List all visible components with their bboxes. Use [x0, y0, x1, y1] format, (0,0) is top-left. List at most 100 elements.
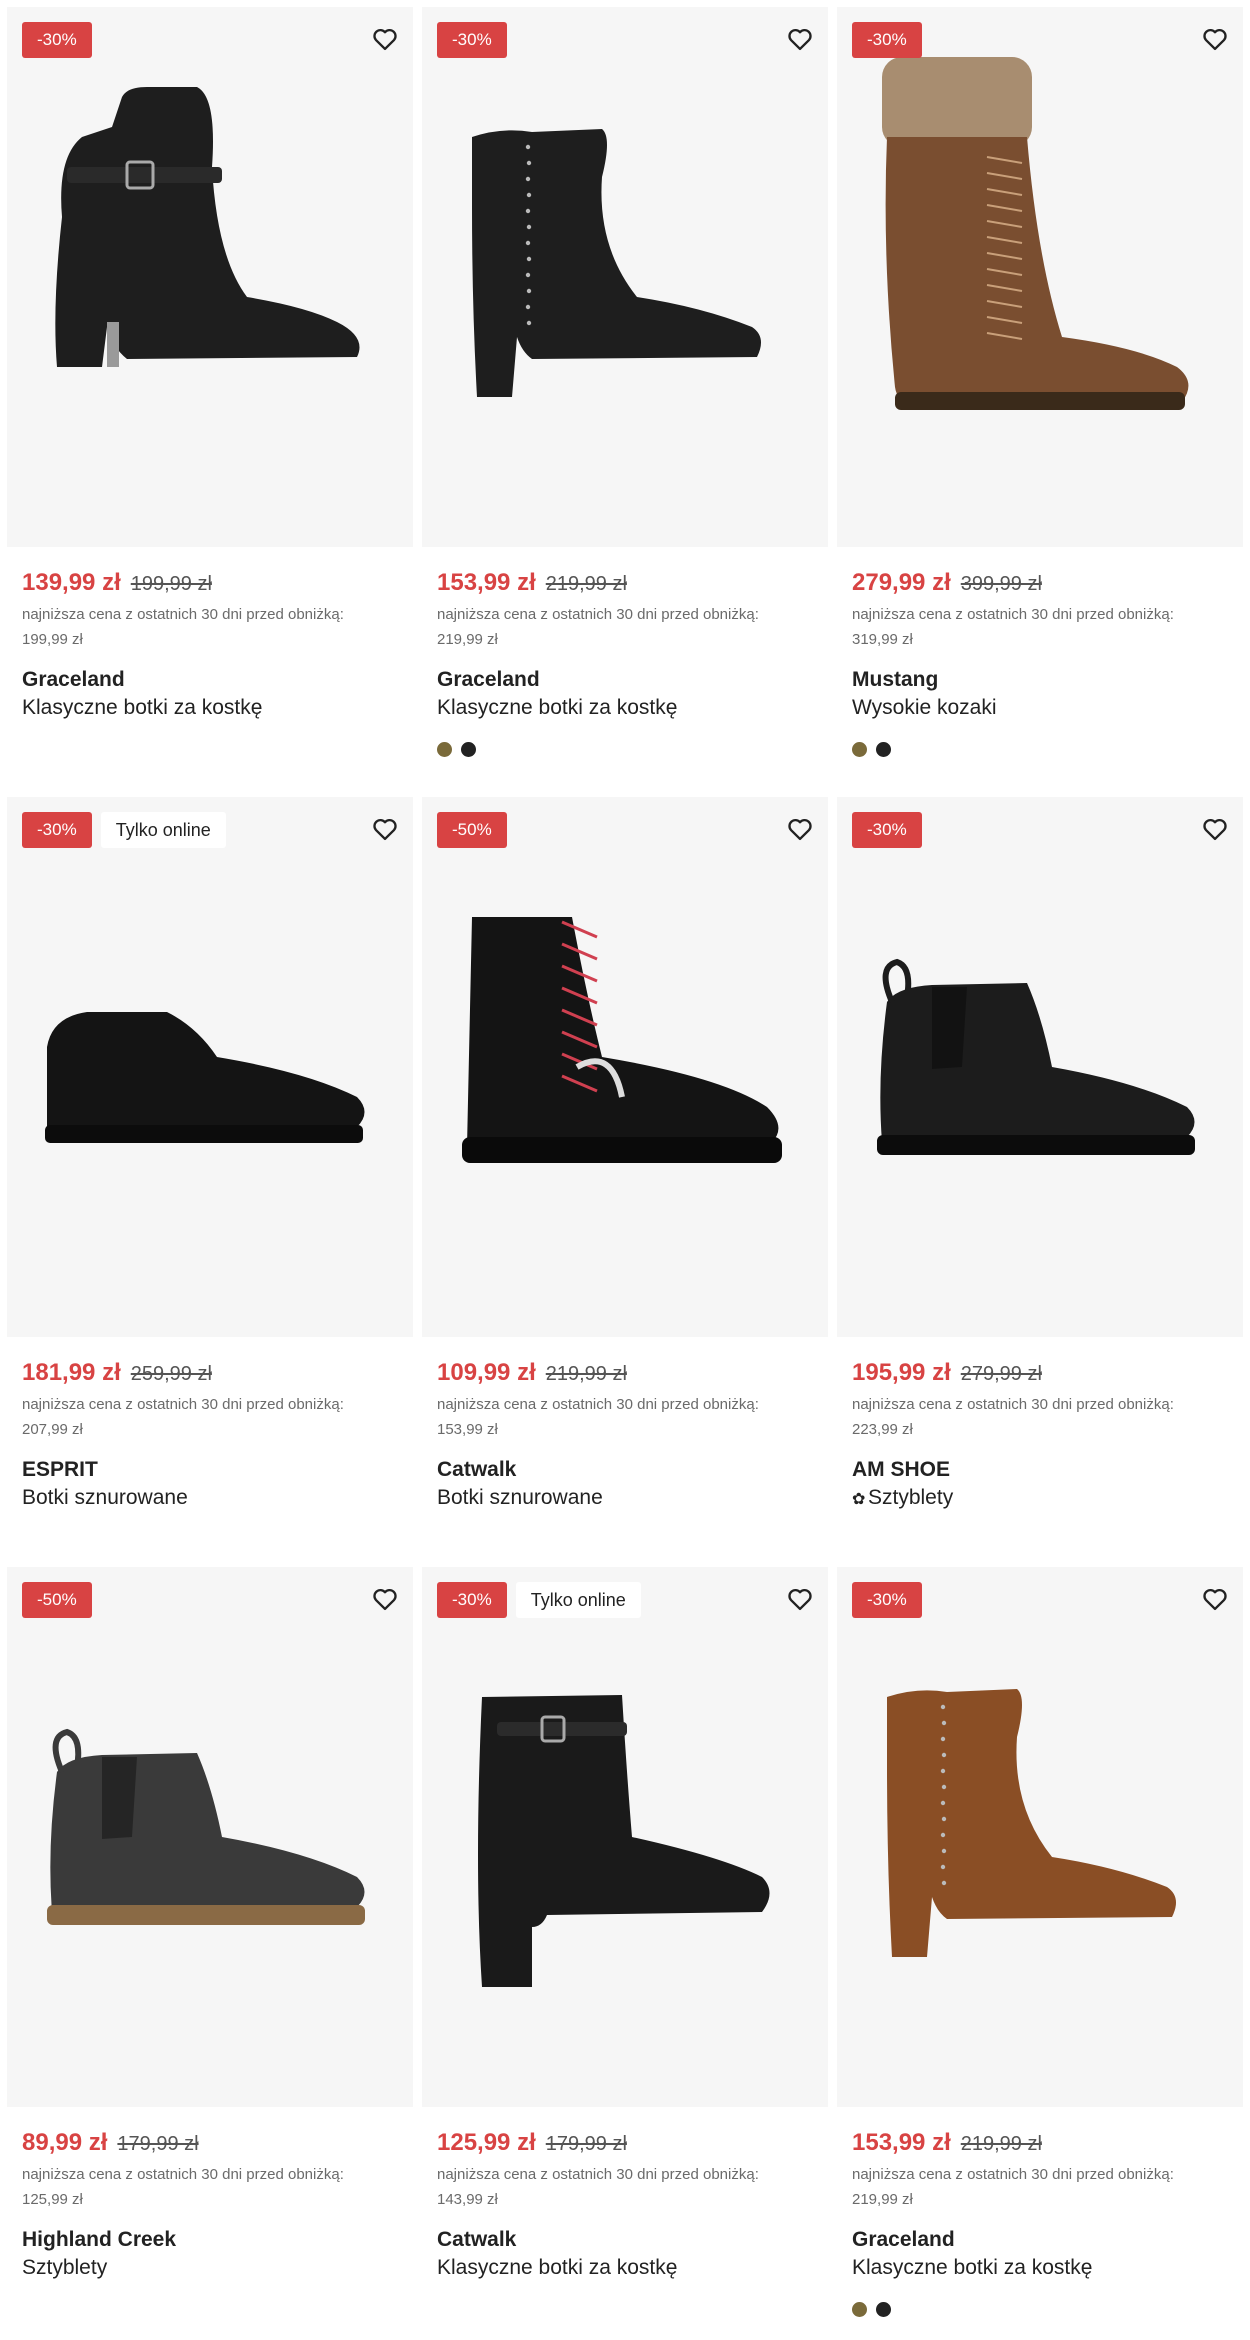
discount-badge: -30% [437, 1582, 507, 1618]
product-brand[interactable]: Highland Creek [22, 2226, 407, 2254]
product-image[interactable] [422, 1567, 828, 2107]
product-image[interactable] [422, 7, 828, 547]
color-swatch[interactable] [876, 2302, 891, 2317]
price-row: 89,99 zł 179,99 zł [22, 2129, 407, 2161]
product-image-area[interactable]: -30% [7, 7, 413, 547]
product-card[interactable]: -30% Tylko online 181,99 zł 259,99 zł na… [7, 797, 413, 1537]
product-image-area[interactable]: -50% [7, 1567, 413, 2107]
heart-icon[interactable] [786, 815, 814, 843]
product-image[interactable] [7, 1567, 413, 2107]
product-image-area[interactable]: -30% [837, 797, 1243, 1337]
product-image-area[interactable]: -30% [837, 7, 1243, 547]
color-swatch[interactable] [852, 742, 867, 757]
old-price: 219,99 zł [960, 2133, 1042, 2155]
product-image-area[interactable]: -50% [422, 797, 828, 1337]
heart-icon[interactable] [1201, 815, 1229, 843]
product-info: 181,99 zł 259,99 zł najniższa cena z ost… [22, 1359, 407, 1512]
product-card[interactable]: -30% 195,99 zł 279,99 zł najniższa cena … [837, 797, 1243, 1537]
product-name-row[interactable]: Wysokie kozaki [852, 694, 1237, 722]
price-row: 181,99 zł 259,99 zł [22, 1359, 407, 1391]
product-card[interactable]: -30% 139,99 zł 199,99 zł najniższa cena … [7, 7, 413, 747]
product-name-row[interactable]: Sztyblety [22, 2254, 407, 2282]
current-price: 153,99 zł [852, 2129, 951, 2156]
discount-badge: -30% [22, 812, 92, 848]
product-info: 153,99 zł 219,99 zł najniższa cena z ost… [437, 569, 822, 757]
heart-icon[interactable] [371, 815, 399, 843]
product-name-row[interactable]: Klasyczne botki za kostkę [852, 2254, 1237, 2282]
badge-group: -30% [437, 22, 507, 58]
product-brand[interactable]: Graceland [852, 2226, 1237, 2254]
lowest-price-note: najniższa cena z ostatnich 30 dni przed … [22, 2162, 407, 2212]
heart-icon[interactable] [786, 1585, 814, 1613]
lowest-price-label: najniższa cena z ostatnich 30 dni przed … [437, 606, 759, 623]
heart-icon[interactable] [1201, 25, 1229, 53]
product-name-row[interactable]: Botki sznurowane [437, 1484, 822, 1512]
old-price: 399,99 zł [960, 573, 1042, 595]
old-price: 259,99 zł [130, 1363, 212, 1385]
product-card[interactable]: -50% 89,99 zł 179,99 zł najniższa cena z… [7, 1567, 413, 2307]
lowest-price-value: 223,99 zł [852, 1421, 913, 1438]
product-brand[interactable]: ESPRIT [22, 1456, 407, 1484]
price-row: 195,99 zł 279,99 zł [852, 1359, 1237, 1391]
lowest-price-value: 319,99 zł [852, 631, 913, 648]
product-brand[interactable]: Catwalk [437, 2226, 822, 2254]
price-row: 139,99 zł 199,99 zł [22, 569, 407, 601]
product-name-row[interactable]: Klasyczne botki za kostkę [437, 694, 822, 722]
product-name: Botki sznurowane [437, 1486, 603, 1509]
product-brand[interactable]: Graceland [437, 666, 822, 694]
color-swatch[interactable] [852, 2302, 867, 2317]
heart-icon[interactable] [371, 1585, 399, 1613]
product-name-row[interactable]: Klasyczne botki za kostkę [437, 2254, 822, 2282]
product-image[interactable] [837, 7, 1243, 547]
lowest-price-note: najniższa cena z ostatnich 30 dni przed … [437, 1392, 822, 1442]
old-price: 199,99 zł [130, 573, 212, 595]
product-image-area[interactable]: -30% [837, 1567, 1243, 2107]
product-image[interactable] [7, 7, 413, 547]
product-card[interactable]: -30% Tylko online 125,99 zł 179,99 zł na… [422, 1567, 828, 2307]
product-brand[interactable]: Graceland [22, 666, 407, 694]
product-brand[interactable]: AM SHOE [852, 1456, 1237, 1484]
product-image-area[interactable]: -30% [422, 7, 828, 547]
product-card[interactable]: -50% 109,99 zł 219,99 zł najniższa cena … [422, 797, 828, 1537]
product-name-row[interactable]: Botki sznurowane [22, 1484, 407, 1512]
product-info: 139,99 zł 199,99 zł najniższa cena z ost… [22, 569, 407, 722]
product-image[interactable] [837, 1567, 1243, 2107]
heart-icon[interactable] [786, 25, 814, 53]
lowest-price-note: najniższa cena z ostatnich 30 dni przed … [437, 602, 822, 652]
color-swatches [852, 742, 1237, 757]
product-brand[interactable]: Mustang [852, 666, 1237, 694]
lowest-price-value: 153,99 zł [437, 1421, 498, 1438]
discount-badge: -50% [22, 1582, 92, 1618]
product-name: Klasyczne botki za kostkę [437, 696, 678, 719]
heart-icon[interactable] [371, 25, 399, 53]
product-image-area[interactable]: -30% Tylko online [422, 1567, 828, 2107]
color-swatches [852, 2302, 1237, 2317]
old-price: 219,99 zł [545, 573, 627, 595]
color-swatch[interactable] [461, 742, 476, 757]
heart-icon[interactable] [1201, 1585, 1229, 1613]
product-card[interactable]: -30% 153,99 zł 219,99 zł najniższa cena … [837, 1567, 1243, 2317]
badge-group: -30% [22, 22, 92, 58]
product-name: Wysokie kozaki [852, 696, 997, 719]
product-card[interactable]: -30% 153,99 zł 219,99 zł najniższa cena … [422, 7, 828, 757]
product-image[interactable] [7, 797, 413, 1337]
lowest-price-label: najniższa cena z ostatnich 30 dni przed … [437, 2166, 759, 2183]
product-name-row[interactable]: Klasyczne botki za kostkę [22, 694, 407, 722]
color-swatch[interactable] [876, 742, 891, 757]
lowest-price-note: najniższa cena z ostatnich 30 dni przed … [852, 602, 1237, 652]
product-image-area[interactable]: -30% Tylko online [7, 797, 413, 1337]
lowest-price-note: najniższa cena z ostatnich 30 dni przed … [852, 1392, 1237, 1442]
old-price: 179,99 zł [545, 2133, 627, 2155]
online-only-badge: Tylko online [100, 812, 226, 848]
product-name-row[interactable]: ✿ Sztyblety [852, 1484, 1237, 1514]
product-name: Klasyczne botki za kostkę [22, 696, 263, 719]
product-image[interactable] [837, 797, 1243, 1337]
eco-icon: ✿ [852, 1491, 866, 1508]
color-swatch[interactable] [437, 742, 452, 757]
lowest-price-label: najniższa cena z ostatnich 30 dni przed … [852, 606, 1174, 623]
product-card[interactable]: -30% 279,99 zł 399,99 zł najniższa cena … [837, 7, 1243, 757]
product-brand[interactable]: Catwalk [437, 1456, 822, 1484]
product-image[interactable] [422, 797, 828, 1337]
current-price: 181,99 zł [22, 1359, 121, 1386]
discount-badge: -30% [437, 22, 507, 58]
